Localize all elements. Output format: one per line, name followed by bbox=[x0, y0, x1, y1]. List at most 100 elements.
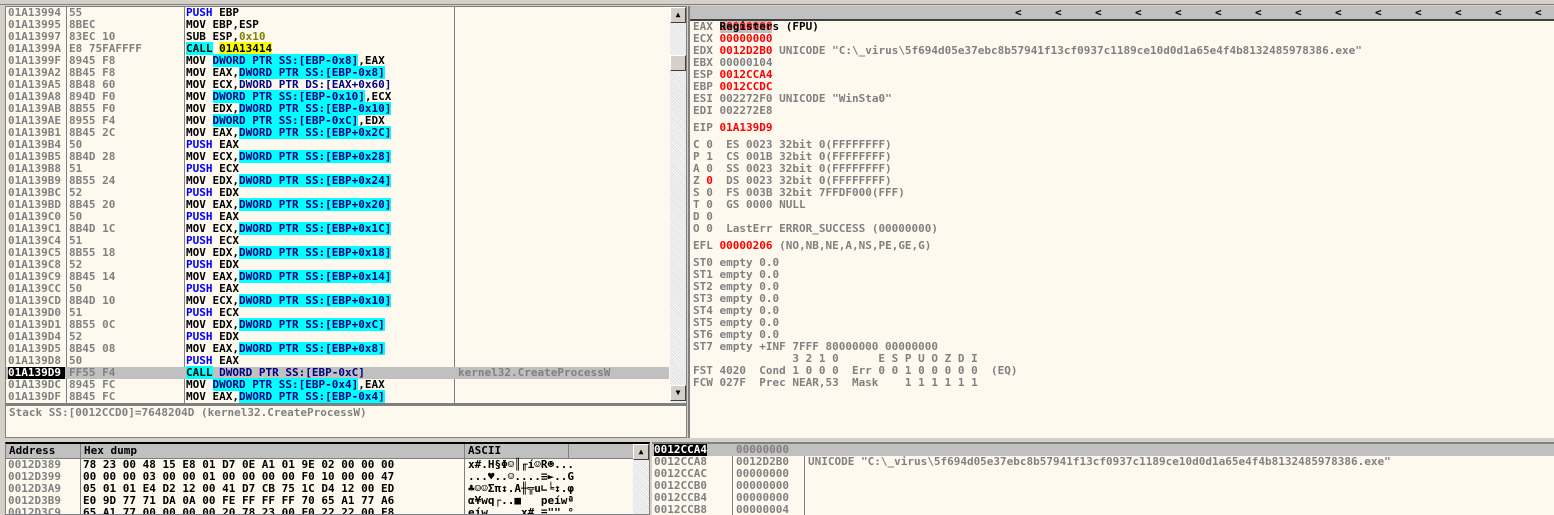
stack-pane[interactable]: 0012CCA4 00000000 0012CCA8 0012D2B0 UNICODE … bbox=[652, 442, 1554, 515]
toolbar-strip bbox=[0, 0, 1554, 5]
column-header-address[interactable]: Address bbox=[9, 445, 55, 457]
flags-description: (NO,NB,NE,A,NS,PE,GE,G) bbox=[772, 239, 932, 252]
stack-rows: 0012CCA4 00000000 0012CCA8 0012D2B0 UNICODE … bbox=[652, 444, 1554, 515]
disassembly-row[interactable]: 01A139B1 8B45 2C MOV EAX,DWORD PTR SS:[EBP… bbox=[6, 126, 686, 139]
column-arrow-icon[interactable]: < bbox=[1415, 6, 1425, 20]
registers-header[interactable]: Registers (FPU) < < < < < < < < < < < < < < bbox=[690, 6, 1554, 33]
column-arrow-icon[interactable]: < bbox=[1015, 6, 1025, 20]
disassembly-row[interactable]: 01A139C5 8B55 18 MOV EDX,DWORD PTR SS:[EBP… bbox=[6, 246, 686, 259]
disassembly-row[interactable]: 01A139B9 8B55 24 MOV EDX,DWORD PTR SS:[EBP… bbox=[6, 174, 686, 187]
column-arrow-icon[interactable]: < bbox=[1295, 6, 1305, 20]
register-efl: EFL 00000206 (NO,NB,NE,A,NS,PE,GE,G) bbox=[690, 240, 1554, 252]
register-ebx: EBX 00000104 bbox=[690, 57, 1554, 69]
mnemonic: MOV bbox=[186, 390, 206, 403]
fpu-line: ST0 empty 0.0 bbox=[693, 256, 780, 269]
registers-pane[interactable]: Registers (FPU) < < < < < < < < < < < < < < EAX 00000… bbox=[688, 6, 1554, 438]
segment-info: GS 0000 NULL bbox=[712, 198, 806, 211]
disassembly-row[interactable]: 01A139D1 8B55 0C MOV EDX,DWORD PTR SS:[EBP… bbox=[6, 318, 686, 331]
register-comment: UNICODE "C:\_virus\5f694d05e37ebc8b57941… bbox=[772, 44, 1362, 57]
segment-info: LastErr ERROR_SUCCESS (00000000) bbox=[712, 222, 939, 235]
column-arrow-icon[interactable]: < bbox=[1135, 6, 1145, 20]
memory-operand: DWORD PTR SS:[EBP+0xC] bbox=[239, 318, 385, 331]
hex-dump-pane[interactable]: Address Hex dump ASCII 0012D389 78 23 00 … bbox=[5, 442, 650, 515]
fpu-line: ST2 empty 0.0 bbox=[693, 280, 780, 293]
stack-value: 00000004 bbox=[736, 503, 789, 515]
column-arrow-icon[interactable]: < bbox=[1495, 6, 1505, 20]
disassembly-row[interactable]: 01A139BD 8B45 20 MOV EAX,DWORD PTR SS:[EBP… bbox=[6, 198, 686, 211]
registers-content: EAX 00000000ECX 00000000EDX 0012D2B0 UNI… bbox=[690, 20, 1554, 389]
register-name: EIP bbox=[693, 121, 720, 134]
memory-operand: DWORD PTR SS:[EBP+0x2C] bbox=[239, 126, 392, 139]
fpu-line: ST1 empty 0.0 bbox=[693, 268, 780, 281]
disassembly-row[interactable]: 01A139D5 8B45 08 MOV EAX,DWORD PTR SS:[EBP… bbox=[6, 342, 686, 355]
instruction-bytes: 8B45 14 bbox=[69, 270, 116, 283]
fpu-line: ST5 empty 0.0 bbox=[693, 316, 780, 329]
instruction-bytes: 8B45 08 bbox=[69, 342, 116, 355]
register-eax: EAX 00000000 bbox=[690, 20, 1554, 33]
dump-scrollbar[interactable]: ▲ bbox=[633, 444, 649, 514]
register-name: EDI bbox=[693, 104, 720, 117]
column-arrow-icon[interactable]: < bbox=[1215, 6, 1225, 20]
dump-rows: 0012D389 78 23 00 48 15 E8 01 D7 0E A1 01… bbox=[6, 459, 649, 515]
instruction-text: MOV EAX,DWORD PTR SS:[EBP-0x4] bbox=[186, 390, 454, 403]
scroll-thumb[interactable] bbox=[670, 55, 686, 71]
register-edx: EDX 0012D2B0 UNICODE "C:\_virus\5f694d05… bbox=[690, 45, 1554, 57]
stack-row[interactable]: 0012CCB8 00000004 bbox=[652, 504, 1554, 515]
disassembly-row[interactable]: 01A139C9 8B45 14 MOV EAX,DWORD PTR SS:[EBP… bbox=[6, 270, 686, 283]
info-line: Stack SS:[0012CCD0]=7648204D (kernel32.C… bbox=[5, 404, 687, 438]
dump-row[interactable]: 0012D3C9 65 A1 77 00 00 00 00 20 78 23 00… bbox=[6, 507, 649, 515]
disassembly-row[interactable]: 01A139B5 8B4D 28 MOV ECX,DWORD PTR SS:[EBP… bbox=[6, 150, 686, 163]
dump-header: Address Hex dump ASCII bbox=[6, 444, 649, 459]
fpu-line: ST3 empty 0.0 bbox=[693, 292, 780, 305]
register-comment: UNICODE "WinSta0" bbox=[772, 92, 892, 105]
column-arrow-icon[interactable]: < bbox=[1375, 6, 1385, 20]
instruction-bytes: 8B45 20 bbox=[69, 198, 116, 211]
instruction-bytes: 8B4D 1C bbox=[69, 222, 116, 235]
disassembly-row[interactable]: 01A139DF 8B45 FC MOV EAX,DWORD PTR SS:[EBP… bbox=[6, 390, 686, 403]
scroll-up-button[interactable]: ▲ bbox=[670, 7, 686, 23]
column-header-ascii[interactable]: ASCII bbox=[468, 445, 501, 457]
register-value[interactable]: 002272E8 bbox=[720, 104, 773, 117]
instruction-bytes: 8B55 18 bbox=[69, 246, 116, 259]
disassembly-row[interactable]: 01A13994 55 PUSH EBP bbox=[6, 7, 686, 19]
instruction-bytes: 8B4D 10 bbox=[69, 294, 116, 307]
memory-operand: DWORD PTR SS:[EBP+0x8] bbox=[239, 342, 385, 355]
memory-operand: DWORD PTR SS:[EBP-0x4] bbox=[239, 390, 385, 403]
scroll-down-button[interactable]: ▼ bbox=[670, 385, 686, 401]
scroll-up-button[interactable]: ▲ bbox=[633, 444, 649, 460]
instruction-bytes: 8B4D 28 bbox=[69, 150, 116, 163]
register-edi: EDI 002272E8 bbox=[690, 105, 1554, 117]
disassembly-row[interactable]: 01A139CD 8B4D 10 MOV ECX,DWORD PTR SS:[EBP… bbox=[6, 294, 686, 307]
column-header-hex[interactable]: Hex dump bbox=[84, 445, 137, 457]
stack-address: 0012CCB8 bbox=[654, 503, 707, 515]
column-arrow-icon[interactable]: < bbox=[1455, 6, 1465, 20]
column-arrow-icon[interactable]: < bbox=[1335, 6, 1345, 20]
disassembly-row[interactable]: 01A139C1 8B4D 1C MOV ECX,DWORD PTR SS:[EBP… bbox=[6, 222, 686, 235]
register-value[interactable]: 01A139D9 bbox=[720, 121, 773, 134]
dump-address: 0012D3C9 bbox=[8, 506, 61, 515]
instruction-bytes: 8B45 2C bbox=[69, 126, 116, 139]
memory-operand: DWORD PTR SS:[EBP+0x20] bbox=[239, 198, 392, 211]
column-arrow-icon[interactable]: < bbox=[1175, 6, 1185, 20]
dump-ascii: eíw.... x#.≡"".° bbox=[468, 506, 574, 515]
instruction-address: 01A139DF bbox=[8, 390, 61, 403]
register-value[interactable]: 00000206 bbox=[720, 239, 773, 252]
operand: EAX, bbox=[212, 390, 240, 403]
disassembly-scrollbar[interactable]: ▲ ▼ bbox=[670, 7, 686, 403]
column-arrow-icon[interactable]: < bbox=[1055, 6, 1065, 20]
column-arrow-icon[interactable]: < bbox=[1535, 6, 1545, 20]
flag-name: O bbox=[693, 222, 707, 235]
column-arrow-icon[interactable]: < bbox=[1255, 6, 1265, 20]
memory-operand: DWORD PTR SS:[EBP+0x28] bbox=[239, 150, 392, 163]
flag-value[interactable]: 0 bbox=[706, 222, 713, 235]
flag-o: O 0 LastErr ERROR_SUCCESS (00000000) bbox=[690, 223, 1554, 235]
column-arrow-icon[interactable]: < bbox=[1095, 6, 1105, 20]
fpu-line: ST4 empty 0.0 bbox=[693, 304, 780, 317]
register-esi: ESI 002272F0 UNICODE "WinSta0" bbox=[690, 93, 1554, 105]
stack-comment: UNICODE "C:\_virus\5f694d05e37ebc8b57941… bbox=[808, 455, 1391, 468]
disassembly-pane[interactable]: 01A13994 55 PUSH EBP 01A13995 8BEC MOV EBP,ES… bbox=[5, 6, 687, 404]
instruction-comment: kernel32.CreateProcessW bbox=[458, 366, 611, 379]
flag-s: S 0 FS 003B 32bit 7FFDF000(FFF) bbox=[690, 187, 1554, 199]
instruction-bytes: 8B45 FC bbox=[69, 390, 116, 403]
instruction-bytes: 8B55 0C bbox=[69, 318, 116, 331]
